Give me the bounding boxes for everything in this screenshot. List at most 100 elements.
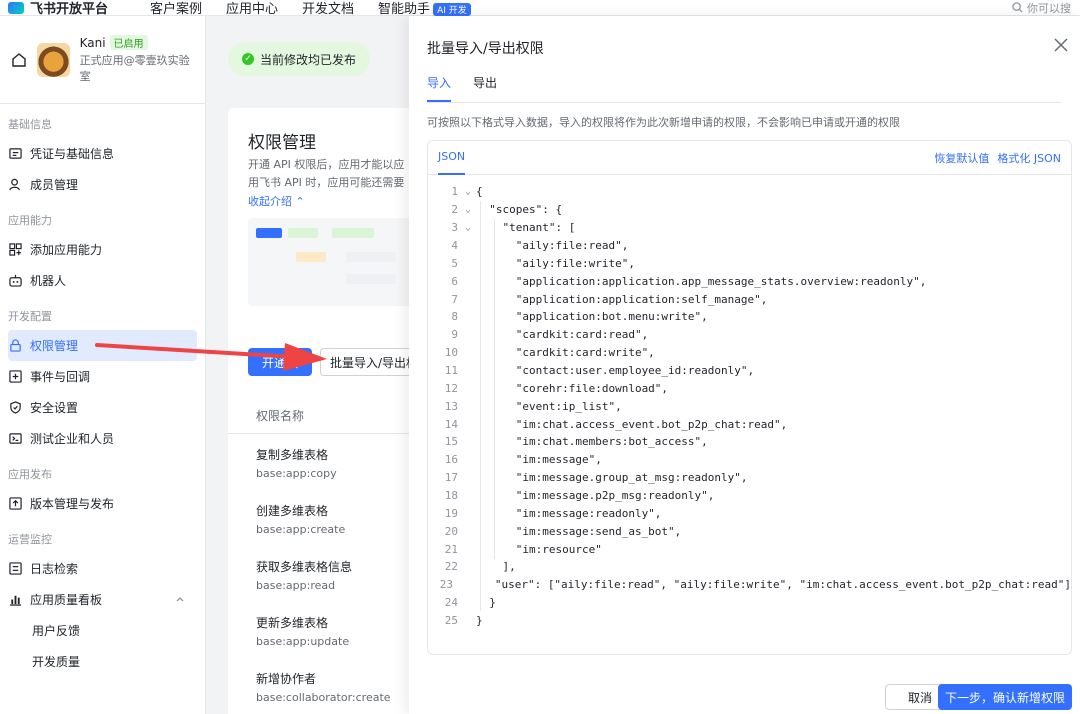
diagram-node (256, 228, 282, 238)
diagram-node (332, 228, 374, 238)
table-row[interactable]: 更新多维表格 base:app:update (256, 614, 414, 648)
format-json-button[interactable]: 格式化 JSON (997, 150, 1061, 166)
brand[interactable]: 飞书开放平台 (0, 0, 150, 17)
app-status-badge: 已启用 (109, 35, 148, 50)
table-header: 权限名称 (228, 398, 414, 434)
code-line: 9 "cardkit:card:read", (428, 326, 1071, 344)
line-number: 18 (444, 489, 458, 503)
code-text: "event:ip_list", (476, 399, 622, 413)
sidebar-item-bot[interactable]: 机器人 (8, 265, 197, 296)
code-text: "im:message.p2p_msg:readonly", (476, 489, 715, 503)
code-line: 25} (428, 612, 1071, 630)
modal-title: 批量导入/导出权限 (427, 41, 544, 57)
line-number: 14 (444, 417, 458, 431)
line-number: 24 (444, 596, 458, 610)
sidebar-item-test-org[interactable]: 测试企业和人员 (8, 423, 197, 454)
perm-name: 复制多维表格 (256, 448, 329, 462)
line-number: 20 (444, 524, 458, 538)
group-title: 开发配置 (8, 310, 52, 323)
release-icon (8, 497, 22, 511)
tabs-divider (427, 102, 1062, 103)
table-row[interactable]: 创建多维表格 base:app:create (256, 502, 414, 536)
nav-link-assistant[interactable]: 智能助手 AI 开发 (378, 0, 471, 17)
sidebar-item-feedback[interactable]: 用户反馈 (8, 615, 197, 646)
code-text: "user": ["aily:file:read", "aily:file:wr… (468, 578, 1071, 592)
group-title: 应用发布 (8, 468, 52, 481)
group-title: 基础信息 (8, 118, 52, 131)
perm-name: 获取多维表格信息 (256, 560, 353, 574)
perm-code: base:app:update (256, 635, 350, 648)
chevron-up-icon: ⌃ (295, 195, 305, 208)
code-line: 21 "im:resource" (428, 540, 1071, 558)
app-subtitle: 正式应用@零壹玖实验室 (79, 54, 190, 83)
nav-link-assistant-label: 智能助手 (378, 2, 431, 17)
app-info[interactable]: Kani 已启用 正式应用@零壹玖实验室 (80, 35, 195, 84)
sidebar-item-label: 权限管理 (30, 339, 79, 353)
sidebar-item-members[interactable]: 成员管理 (8, 169, 197, 200)
sidebar-item-security[interactable]: 安全设置 (8, 392, 197, 423)
perm-name: 新增协作者 (256, 672, 317, 686)
line-number: 21 (444, 542, 458, 556)
nav-link-docs[interactable]: 开发文档 (302, 0, 354, 17)
sidebar-item-quality-board[interactable]: 应用质量看板 (8, 584, 197, 615)
nav-link-cases[interactable]: 客户案例 (150, 0, 202, 17)
tab-json[interactable]: JSON (438, 141, 466, 175)
description-line: 开通 API 权限后，应用才能以应 (248, 158, 405, 171)
json-editor: JSON 恢复默认值 格式化 JSON 1 ⌄{2 ⌄ "scopes": {3 ⌄ … (427, 140, 1072, 655)
sidebar-item-label: 添加应用能力 (30, 243, 103, 257)
top-search[interactable]: 你可以搜 (1012, 0, 1072, 15)
code-line: 14 "im:chat.access_event.bot_p2p_chat:re… (428, 415, 1071, 433)
sidebar-item-label: 安全设置 (30, 401, 79, 415)
app-avatar (37, 42, 70, 77)
import-hint: 可按照以下格式导入数据，导入的权限将作为此次新增申请的权限，不会影响已申请或开通… (427, 116, 900, 129)
diagram-node (288, 228, 318, 238)
perm-code: base:app:read (256, 579, 336, 592)
collapse-intro-link[interactable]: 收起介绍 ⌃ (248, 193, 305, 209)
code-line: 8 "application:bot.menu:write", (428, 308, 1071, 326)
fold-toggle-icon[interactable]: ⌄ (460, 204, 476, 215)
description-line: 用飞书 API 时，应用可能还需要 (248, 176, 405, 189)
code-line: 2 ⌄ "scopes": { (428, 201, 1071, 219)
line-number: 8 (451, 310, 458, 324)
fold-toggle-icon[interactable]: ⌄ (460, 186, 476, 197)
sidebar-item-dev-quality[interactable]: 开发质量 (8, 646, 197, 677)
nav-link-app-center[interactable]: 应用中心 (226, 0, 278, 17)
top-nav: 飞书开放平台 客户案例 应用中心 开发文档 智能助手 AI 开发 你可以搜 (0, 0, 1080, 17)
code-line: 20 "im:message:send_as_bot", (428, 522, 1071, 540)
sidebar-item-credentials[interactable]: 凭证与基础信息 (8, 138, 197, 169)
code-text: "im:chat.access_event.bot_p2p_chat:read"… (476, 417, 788, 431)
table-row[interactable]: 新增协作者 base:collaborator:create (256, 670, 414, 704)
line-number: 9 (451, 328, 458, 342)
brand-logo-icon (8, 1, 24, 14)
code-text: "application:application.app_message_sta… (476, 274, 927, 288)
close-button[interactable] (1050, 34, 1072, 56)
home-icon[interactable] (10, 51, 27, 69)
line-number: 7 (451, 292, 458, 306)
tab-export[interactable]: 导出 (473, 74, 497, 102)
fold-toggle-icon[interactable]: ⌄ (460, 222, 476, 233)
perm-code: base:collaborator:create (256, 691, 391, 704)
tab-import[interactable]: 导入 (427, 74, 452, 102)
intro-diagram (248, 218, 414, 306)
code-area[interactable]: 1 ⌄{2 ⌄ "scopes": {3 ⌄ "tenant": [4 "aily:f… (428, 183, 1071, 629)
code-text: "scopes": { (476, 203, 563, 217)
sidebar-item-label: 开发质量 (32, 655, 81, 669)
publish-status-text: 当前修改均已发布 (260, 52, 357, 67)
reset-default-button[interactable]: 恢复默认值 (934, 150, 989, 166)
code-text: } (476, 596, 496, 610)
indent-guide (494, 219, 495, 559)
line-number: 13 (444, 399, 458, 413)
sidebar-item-add-capability[interactable]: 添加应用能力 (8, 234, 197, 265)
sidebar-item-logs[interactable]: 日志检索 (8, 553, 197, 584)
user-icon (8, 178, 22, 192)
line-number: 22 (444, 560, 458, 574)
confirm-next-button[interactable]: 下一步，确认新增权限 (938, 684, 1072, 710)
code-line: 17 "im:message.group_at_msg:readonly", (428, 469, 1071, 487)
bot-icon (8, 274, 22, 288)
table-row[interactable]: 获取多维表格信息 base:app:read (256, 558, 414, 592)
sidebar-item-label: 机器人 (30, 274, 67, 288)
chevron-up-icon (175, 593, 185, 607)
table-row[interactable]: 复制多维表格 base:app:copy (256, 446, 414, 480)
sidebar-item-versions[interactable]: 版本管理与发布 (8, 488, 197, 519)
perm-name: 创建多维表格 (256, 504, 329, 518)
